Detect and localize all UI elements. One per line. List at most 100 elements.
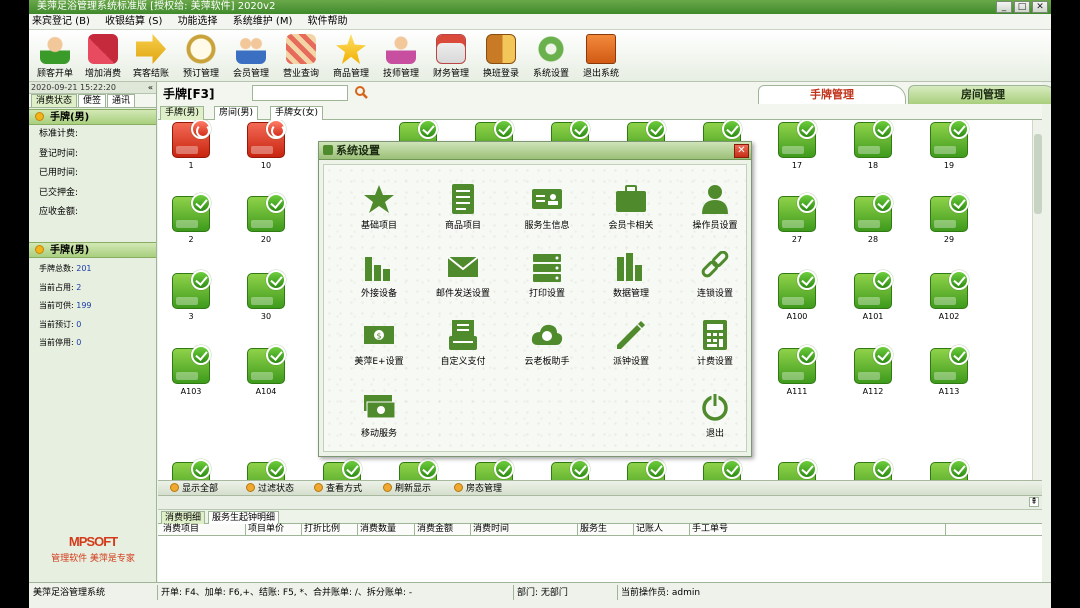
room-tile[interactable]: A113 <box>929 345 969 396</box>
gear-icon <box>536 34 566 64</box>
clock-icon <box>186 34 216 64</box>
subtab-wristband-female[interactable]: 手牌女(女) <box>270 106 324 120</box>
subtab-wristband-male[interactable]: 手牌(男) <box>160 106 205 120</box>
room-tile[interactable]: 30 <box>246 270 286 321</box>
room-tile[interactable]: 18 <box>853 120 893 170</box>
close-window-button[interactable]: ✕ <box>1032 1 1048 13</box>
settings-item-14[interactable]: 计费设置 <box>677 319 753 367</box>
subtab-room-male[interactable]: 房间(男) <box>214 106 259 120</box>
room-tile[interactable]: A102 <box>929 270 969 321</box>
toolbar-members[interactable]: 会员管理 <box>225 32 277 80</box>
col-manual-number[interactable]: 手工单号 <box>690 524 946 536</box>
dialog-title-bar: 系统设置 ✕ <box>319 142 751 160</box>
room-tile[interactable]: A112 <box>853 345 893 396</box>
settings-item-label: 服务生信息 <box>524 221 570 231</box>
col-discount[interactable]: 打折比例 <box>302 524 358 536</box>
checkmark-icon <box>418 120 438 139</box>
maximize-button[interactable]: □ <box>1014 1 1030 13</box>
menu-item-maintenance[interactable]: 系统维护 (M) <box>233 16 293 27</box>
room-tile[interactable]: A101 <box>853 270 893 321</box>
room-status-button[interactable]: 房态管理 <box>454 483 502 495</box>
toolbar-technicians[interactable]: 技师管理 <box>375 32 427 80</box>
menu-item-register[interactable]: 来宾登记 (B) <box>32 16 90 27</box>
tab-consumption-detail[interactable]: 消费明细 <box>161 511 206 524</box>
tab-wristband-management[interactable]: 手牌管理 <box>758 85 906 104</box>
view-mode-button[interactable]: 查看方式 <box>314 483 362 495</box>
room-tile[interactable]: 20 <box>246 193 286 244</box>
room-tile[interactable]: 19 <box>929 120 969 170</box>
settings-item-11[interactable]: 自定义支付 <box>425 319 501 367</box>
room-tile[interactable]: 28 <box>853 193 893 244</box>
menu-item-help[interactable]: 软件帮助 <box>308 16 348 27</box>
room-tile[interactable]: 27 <box>777 193 817 244</box>
filter-status-button[interactable]: 过滤状态 <box>246 483 294 495</box>
toolbar-exit[interactable]: 退出系统 <box>575 32 627 80</box>
tab-service-detail[interactable]: 服务生起钟明细 <box>208 511 280 524</box>
refresh-button[interactable]: 刷新显示 <box>383 483 431 495</box>
settings-item-4[interactable]: 操作员设置 <box>677 183 753 231</box>
expand-icon[interactable]: ⇞ <box>1029 497 1039 507</box>
search-input[interactable] <box>252 85 348 101</box>
col-quantity[interactable]: 消费数量 <box>358 524 415 536</box>
toolbar-reservations[interactable]: 预订管理 <box>175 32 227 80</box>
toolbar-goods[interactable]: 商品管理 <box>325 32 377 80</box>
toolbar-business-query[interactable]: 营业查询 <box>275 32 327 80</box>
menu-item-cashier[interactable]: 收银结算 (S) <box>105 16 162 27</box>
settings-item-6[interactable]: 邮件发送设置 <box>425 251 501 299</box>
settings-item-7[interactable]: 打印设置 <box>509 251 585 299</box>
col-bookkeeper[interactable]: 记账人 <box>634 524 690 536</box>
room-tile[interactable]: 10 <box>246 120 286 170</box>
dialog-close-button[interactable]: ✕ <box>734 144 749 158</box>
available-room-icon <box>172 345 211 384</box>
room-tile[interactable]: 2 <box>171 193 211 244</box>
toolbar-finance[interactable]: 财务管理 <box>425 32 477 80</box>
settings-item-9[interactable]: 连锁设置 <box>677 251 753 299</box>
toolbar-system-settings[interactable]: 系统设置 <box>525 32 577 80</box>
toolbar-checkout[interactable]: 宾客结账 <box>125 32 177 80</box>
members-icon <box>236 34 266 64</box>
col-unit-price[interactable]: 项目单价 <box>246 524 302 536</box>
scroll-thumb[interactable] <box>1034 134 1042 214</box>
room-tile[interactable]: 17 <box>777 120 817 170</box>
toolbar-shift-login[interactable]: 换班登录 <box>475 32 527 80</box>
room-status-icon <box>454 483 463 492</box>
settings-item-8[interactable]: 数据管理 <box>593 251 669 299</box>
room-tile[interactable]: 29 <box>929 193 969 244</box>
settings-item-15[interactable]: 移动服务 <box>341 391 417 439</box>
room-tile[interactable]: A111 <box>777 345 817 396</box>
settings-item-3[interactable]: 会员卡相关 <box>593 183 669 231</box>
settings-item-exit[interactable]: 退出 <box>677 391 753 439</box>
settings-item-0[interactable]: 基础项目 <box>341 183 417 231</box>
room-tile[interactable]: 1 <box>171 120 211 170</box>
tab-contacts[interactable]: 通讯 <box>107 94 136 107</box>
settings-item-12[interactable]: 云老板助手 <box>509 319 585 367</box>
room-tile[interactable]: A103 <box>171 345 211 396</box>
col-amount[interactable]: 消费金额 <box>415 524 471 536</box>
title-bar: 美萍足浴管理系统标准版 [授权给: 美萍软件] 2020v2 _ □ ✕ <box>29 0 1051 14</box>
col-item[interactable]: 消费项目 <box>161 524 246 536</box>
toolbar-add-consumption[interactable]: 增加消费 <box>77 32 129 80</box>
tab-room-management[interactable]: 房间管理 <box>908 85 1051 104</box>
settings-item-5[interactable]: 外接设备 <box>341 251 417 299</box>
search-icon[interactable] <box>354 85 368 99</box>
tab-notes[interactable]: 便签 <box>78 94 107 107</box>
checkmark-icon <box>494 459 514 479</box>
room-tile[interactable]: 3 <box>171 270 211 321</box>
room-tile[interactable]: A104 <box>246 345 286 396</box>
tab-consumption-status[interactable]: 消费状态 <box>31 94 78 107</box>
room-tile[interactable]: A100 <box>777 270 817 321</box>
settings-item-13[interactable]: 派钟设置 <box>593 319 669 367</box>
col-waiter[interactable]: 服务生 <box>578 524 634 536</box>
minimize-button[interactable]: _ <box>996 1 1012 13</box>
col-time[interactable]: 消费时间 <box>471 524 578 536</box>
vertical-scrollbar[interactable] <box>1032 120 1042 494</box>
settings-item-10[interactable]: $ 美萍E+设置 <box>341 319 417 367</box>
collapse-icon[interactable]: « <box>148 82 153 94</box>
checkmark-icon <box>266 193 286 213</box>
toolbar-customer-order[interactable]: 顾客开单 <box>29 32 81 80</box>
show-all-button[interactable]: 显示全部 <box>170 483 218 495</box>
settings-item-1[interactable]: 商品项目 <box>425 183 501 231</box>
menu-item-functions[interactable]: 功能选择 <box>178 16 218 27</box>
splitter[interactable]: ⇞ <box>158 496 1042 510</box>
settings-item-2[interactable]: 服务生信息 <box>509 183 585 231</box>
